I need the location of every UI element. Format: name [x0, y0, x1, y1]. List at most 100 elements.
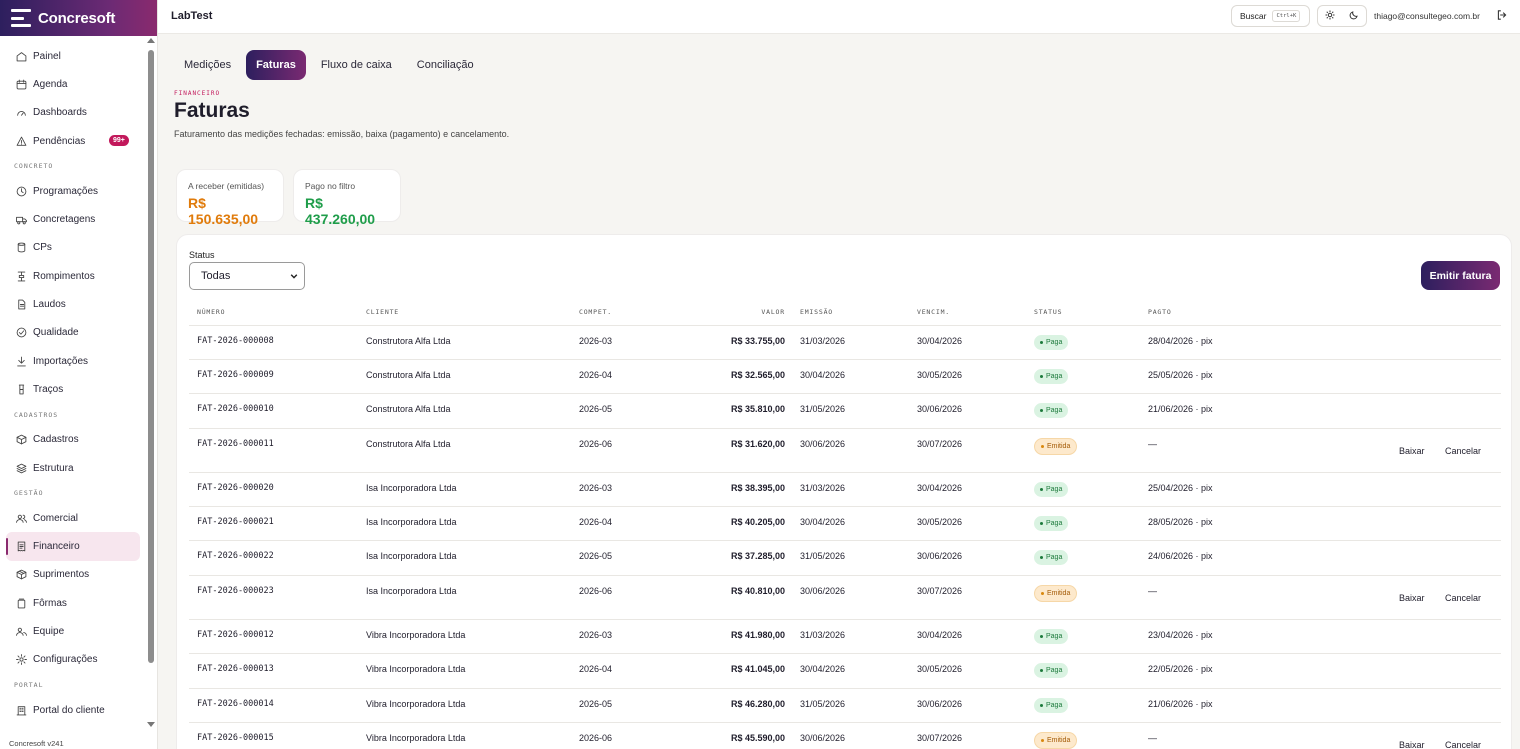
sidebar-item-portal-do-cliente[interactable]: Portal do cliente	[0, 696, 146, 724]
status-badge: Emitida	[1034, 437, 1078, 455]
table-row[interactable]: FAT-2026-000010 Construtora Alfa Ltda 2026…	[189, 394, 1501, 429]
status-dot-icon	[1041, 738, 1044, 742]
cell-vencim: 30/04/2026	[917, 483, 963, 494]
sidebar-item-importacoes[interactable]: Importações	[0, 347, 146, 375]
status-text: Paga	[1046, 486, 1063, 494]
user-email[interactable]: thiago@consultegeo.com.br	[1374, 11, 1480, 21]
cell-valor: R$ 32.565,00	[730, 370, 785, 381]
sidebar-item-label: Dashboards	[33, 107, 87, 119]
cell-vencim: 30/06/2026	[917, 404, 963, 415]
search-shortcut: Ctrl+K	[1272, 10, 1301, 22]
status-text: Paga	[1046, 373, 1063, 381]
cell-numero: FAT-2026-000022	[197, 551, 274, 562]
status-filter-value: Todas	[201, 270, 231, 282]
table-row[interactable]: FAT-2026-000012 Vibra Incorporadora Ltda 2…	[189, 620, 1501, 655]
sidebar-item-qualidade[interactable]: Qualidade	[0, 319, 146, 347]
baixar-button[interactable]: Baixar	[1399, 740, 1425, 749]
tab-faturas[interactable]: Faturas	[246, 50, 306, 80]
cancelar-button[interactable]: Cancelar	[1445, 446, 1481, 456]
sidebar-item-financeiro[interactable]: Financeiro	[6, 532, 140, 561]
status-filter-label: Status	[189, 250, 215, 260]
sidebar-item-laudos[interactable]: Laudos	[0, 290, 146, 318]
table-row[interactable]: FAT-2026-000014 Vibra Incorporadora Ltda 2…	[189, 689, 1501, 723]
cell-numero: FAT-2026-000012	[197, 630, 274, 641]
baixar-button[interactable]: Baixar	[1399, 593, 1425, 603]
status-filter-select[interactable]: Todas	[189, 262, 305, 290]
sidebar-item-pendencias[interactable]: Pendências 99+	[0, 127, 146, 155]
layers-icon	[16, 463, 27, 474]
column-header-cliente[interactable]: CLIENTE	[366, 308, 399, 316]
column-header-valor[interactable]: VALOR	[685, 308, 785, 316]
cell-compet: 2026-03	[579, 336, 613, 346]
beaker-icon	[16, 384, 27, 395]
column-header-numero[interactable]: NÚMERO	[197, 308, 225, 316]
sidebar-item-label: Financeiro	[33, 541, 80, 553]
table-row[interactable]: FAT-2026-000015 Vibra Incorporadora Ltda 2…	[189, 723, 1501, 749]
column-header-vencim[interactable]: VENCIM.	[917, 308, 950, 316]
sidebar-item-programacoes[interactable]: Programações	[0, 177, 146, 205]
column-header-emissao[interactable]: EMISSÃO	[800, 308, 833, 316]
column-header-pagto[interactable]: PAGTO	[1148, 308, 1172, 316]
download-icon	[16, 356, 27, 367]
sidebar-item-concretagens[interactable]: Concretagens	[0, 205, 146, 233]
invoices-card: Status Todas Emitir fatura NÚMERO CLIENTE…	[176, 234, 1512, 749]
gear-icon	[16, 654, 27, 666]
logout-icon[interactable]	[1496, 9, 1508, 21]
table-row[interactable]: FAT-2026-000023 Isa Incorporadora Ltda 202…	[189, 576, 1501, 621]
cell-pagto: —	[1148, 438, 1157, 449]
sidebar-item-estrutura[interactable]: Estrutura	[0, 454, 146, 482]
sidebar-item-formas[interactable]: Fôrmas	[0, 589, 146, 617]
cell-valor: R$ 40.810,00	[730, 585, 785, 596]
sidebar-item-equipe[interactable]: Equipe	[0, 617, 146, 645]
sidebar-item-cps[interactable]: CPs	[0, 234, 146, 262]
sidebar-item-suprimentos[interactable]: Suprimentos	[0, 561, 146, 589]
scroll-up-arrow-icon[interactable]	[147, 38, 155, 43]
baixar-button[interactable]: Baixar	[1399, 446, 1425, 456]
sidebar-item-tracos[interactable]: Traços	[0, 375, 146, 403]
sidebar-item-dashboards[interactable]: Dashboards	[0, 99, 146, 127]
cell-cliente: Isa Incorporadora Ltda	[366, 483, 457, 494]
column-header-compet[interactable]: COMPET.	[579, 308, 612, 316]
scroll-down-arrow-icon[interactable]	[147, 722, 155, 727]
cancelar-button[interactable]: Cancelar	[1445, 740, 1481, 749]
table-row[interactable]: FAT-2026-000022 Isa Incorporadora Ltda 202…	[189, 541, 1501, 576]
cell-numero: FAT-2026-000021	[197, 517, 274, 528]
cell-emissao: 30/06/2026	[800, 732, 846, 743]
brand-name: Concresoft	[38, 9, 116, 27]
column-header-status[interactable]: STATUS	[1034, 308, 1062, 316]
status-text: Paga	[1046, 520, 1063, 528]
sun-icon[interactable]	[1325, 10, 1335, 23]
search-button[interactable]: Buscar Ctrl+K	[1231, 5, 1310, 27]
cell-vencim: 30/07/2026	[917, 438, 963, 449]
status-badge: Paga	[1034, 369, 1069, 385]
brand[interactable]: Concresoft	[0, 0, 157, 36]
cancelar-button[interactable]: Cancelar	[1445, 593, 1481, 603]
table-row[interactable]: FAT-2026-000011 Construtora Alfa Ltda 2026…	[189, 429, 1501, 474]
cell-vencim: 30/05/2026	[917, 370, 963, 381]
sidebar-item-cadastros[interactable]: Cadastros	[0, 426, 146, 454]
table-row[interactable]: FAT-2026-000013 Vibra Incorporadora Ltda 2…	[189, 654, 1501, 689]
cell-numero: FAT-2026-000008	[197, 336, 274, 346]
sidebar-item-configuracoes[interactable]: Configurações	[0, 646, 146, 674]
table-row[interactable]: FAT-2026-000021 Isa Incorporadora Ltda 202…	[189, 507, 1501, 542]
sidebar-item-agenda[interactable]: Agenda	[0, 70, 146, 98]
sidebar-item-label: Programações	[33, 185, 99, 197]
tab-conciliacao[interactable]: Conciliação	[407, 50, 484, 80]
table-row[interactable]: FAT-2026-000009 Construtora Alfa Ltda 2026…	[189, 360, 1501, 395]
emit-invoice-button[interactable]: Emitir fatura	[1421, 261, 1500, 290]
sidebar-item-comercial[interactable]: Comercial	[0, 504, 146, 532]
moon-icon[interactable]	[1349, 10, 1359, 23]
cell-valor: R$ 45.590,00	[730, 732, 785, 743]
press-icon	[16, 271, 27, 282]
status-badge: Emitida	[1034, 584, 1078, 602]
tab-fluxo-de-caixa[interactable]: Fluxo de caixa	[311, 50, 402, 80]
sidebar-item-rompimentos[interactable]: Rompimentos	[0, 262, 146, 290]
tab-medicoes[interactable]: Medições	[174, 50, 241, 80]
sidebar-item-painel[interactable]: Painel	[0, 42, 146, 70]
theme-toggle[interactable]	[1317, 5, 1367, 27]
sidebar-scrollbar[interactable]	[148, 50, 154, 663]
alert-triangle-icon	[16, 136, 27, 147]
status-badge: Paga	[1034, 482, 1069, 498]
table-row[interactable]: FAT-2026-000020 Isa Incorporadora Ltda 202…	[189, 473, 1501, 508]
table-row[interactable]: FAT-2026-000008 Construtora Alfa Ltda 2026…	[189, 326, 1501, 361]
